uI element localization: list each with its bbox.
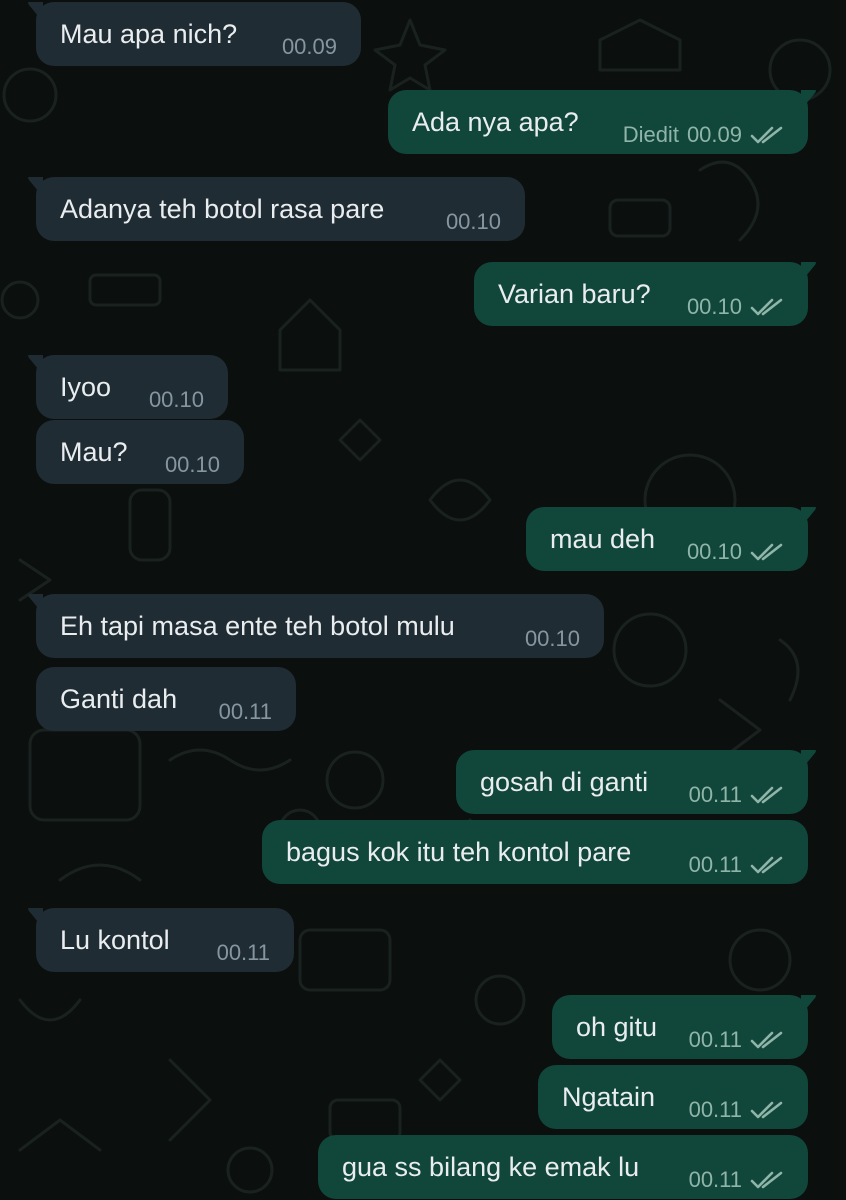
- bubble-tail: [28, 177, 43, 197]
- message-time: 00.10: [164, 452, 220, 477]
- message-meta: Diedit 00.09: [623, 122, 784, 148]
- message-time: 00.10: [148, 387, 204, 412]
- message-meta: 00.10: [687, 294, 784, 320]
- message-time: 00.10: [686, 294, 742, 319]
- message-time: 00.11: [218, 699, 272, 724]
- bubble-tail: [801, 262, 816, 282]
- message-meta: 00.11: [689, 782, 784, 808]
- message-text: Iyoo: [60, 372, 112, 402]
- incoming-message-bubble[interactable]: Ganti dah 00.11: [36, 667, 296, 731]
- incoming-message-bubble[interactable]: Eh tapi masa ente teh botol mulu 00.10: [28, 594, 604, 658]
- message-meta: 00.11: [689, 852, 784, 878]
- double-check-icon: [750, 1171, 783, 1189]
- incoming-message-bubble[interactable]: Iyoo 00.10: [28, 355, 228, 419]
- message-text: Eh tapi masa ente teh botol mulu: [60, 611, 455, 641]
- message-text: gua ss bilang ke emak lu: [342, 1152, 640, 1182]
- message-text: Ngatain: [562, 1082, 656, 1112]
- message-text: Varian baru?: [498, 279, 651, 309]
- message-time: 00.10: [445, 209, 501, 234]
- message-meta: 00.10: [446, 209, 501, 235]
- outgoing-message-bubble[interactable]: Ngatain 00.11: [538, 1065, 808, 1129]
- message-text: Ada nya apa?: [412, 107, 579, 137]
- message-time: 00.11: [688, 1167, 742, 1192]
- message-text: gosah di ganti: [480, 767, 649, 797]
- outgoing-message-bubble[interactable]: mau deh 00.10: [526, 507, 816, 571]
- message-time: 00.09: [686, 122, 742, 147]
- incoming-message-bubble[interactable]: Adanya teh botol rasa pare 00.10: [28, 177, 525, 241]
- outgoing-message-bubble[interactable]: Ada nya apa? Diedit 00.09: [388, 90, 816, 154]
- double-check-icon: [750, 786, 783, 804]
- outgoing-message-bubble[interactable]: oh gitu 00.11: [552, 995, 816, 1059]
- message-meta: 00.11: [689, 1167, 784, 1193]
- message-text: mau deh: [550, 524, 656, 554]
- bubble-tail: [28, 355, 43, 375]
- bubble-tail: [28, 908, 43, 928]
- double-check-icon: [750, 298, 783, 316]
- outgoing-message-bubble[interactable]: gua ss bilang ke emak lu 00.11: [318, 1135, 808, 1199]
- double-check-icon: [750, 126, 783, 144]
- message-time: 00.10: [686, 539, 742, 564]
- message-time: 00.11: [216, 940, 270, 965]
- message-meta: 00.10: [687, 539, 784, 565]
- outgoing-message-bubble[interactable]: Varian baru? 00.10: [474, 262, 816, 326]
- outgoing-message-bubble[interactable]: bagus kok itu teh kontol pare 00.11: [262, 820, 808, 884]
- message-text: oh gitu: [576, 1012, 658, 1042]
- message-text: Ganti dah: [60, 684, 178, 714]
- double-check-icon: [750, 1031, 783, 1049]
- message-time: 00.11: [688, 852, 742, 877]
- double-check-icon: [750, 1101, 783, 1119]
- message-text: bagus kok itu teh kontol pare: [286, 837, 632, 867]
- message-time: 00.11: [688, 782, 742, 807]
- double-check-icon: [750, 856, 783, 874]
- bubble-tail: [801, 507, 816, 527]
- outgoing-message-bubble[interactable]: gosah di ganti 00.11: [456, 750, 816, 814]
- message-meta: 00.10: [149, 387, 204, 413]
- message-text: Mau?: [60, 437, 128, 467]
- message-meta: 00.10: [525, 626, 580, 652]
- bubble-tail: [801, 995, 816, 1015]
- message-time: 00.09: [281, 34, 337, 59]
- incoming-message-bubble[interactable]: Mau apa nich? 00.09: [28, 2, 361, 66]
- chat-thread: Mau apa nich? 00.09 Ada nya apa? Diedit 00.0…: [0, 0, 846, 1200]
- message-text: Lu kontol: [60, 925, 170, 955]
- bubble-tail: [801, 90, 816, 110]
- bubble-tail: [801, 750, 816, 770]
- double-check-icon: [750, 543, 783, 561]
- message-meta: 00.11: [217, 940, 270, 966]
- edited-label: Diedit: [622, 122, 679, 147]
- message-time: 00.11: [688, 1027, 742, 1052]
- message-meta: 00.11: [689, 1027, 784, 1053]
- bubble-tail: [28, 594, 43, 614]
- message-time: 00.11: [688, 1097, 742, 1122]
- message-text: Adanya teh botol rasa pare: [60, 194, 385, 224]
- bubble-tail: [28, 2, 43, 22]
- message-meta: 00.11: [689, 1097, 784, 1123]
- message-time: 00.10: [524, 626, 580, 651]
- message-meta: 00.09: [282, 34, 337, 60]
- message-text: Mau apa nich?: [60, 19, 238, 49]
- message-meta: 00.10: [165, 452, 220, 478]
- message-meta: 00.11: [219, 699, 272, 725]
- incoming-message-bubble[interactable]: Mau? 00.10: [36, 420, 244, 484]
- incoming-message-bubble[interactable]: Lu kontol 00.11: [28, 908, 294, 972]
